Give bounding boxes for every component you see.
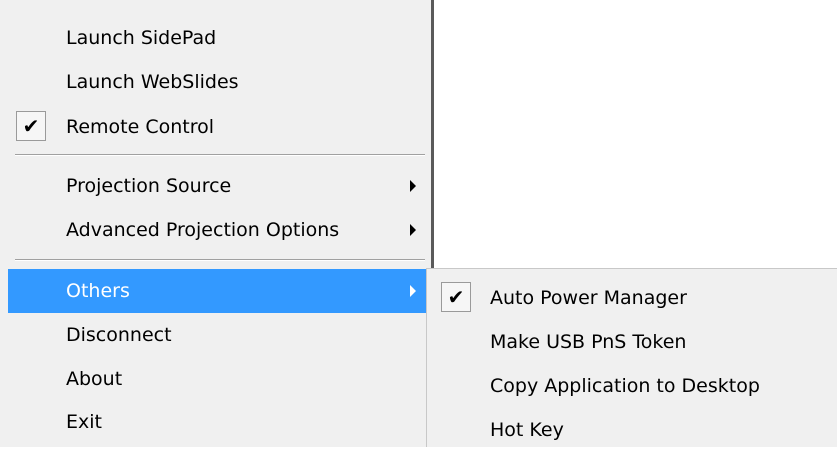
menu-separator bbox=[15, 154, 425, 156]
menu-item-label: Others bbox=[66, 280, 130, 302]
menu-item-disconnect[interactable]: Disconnect bbox=[8, 313, 426, 357]
menu-item-label: Hot Key bbox=[490, 419, 564, 441]
submenu-arrow-icon bbox=[410, 180, 416, 192]
menu-item-label: Projection Source bbox=[66, 175, 232, 197]
menu-item-launch-sidepad[interactable]: Launch SidePad bbox=[8, 16, 426, 60]
submenu-arrow-icon bbox=[410, 285, 416, 297]
menu-item-label: Disconnect bbox=[66, 324, 172, 346]
menu-item-launch-webslides[interactable]: Launch WebSlides bbox=[8, 60, 426, 104]
menu-item-label: Copy Application to Desktop bbox=[490, 375, 760, 397]
submenu-item-hot-key[interactable]: Hot Key bbox=[433, 408, 833, 452]
submenu-item-make-usb-pns-token[interactable]: Make USB PnS Token bbox=[433, 320, 833, 364]
menu-item-others[interactable]: Others bbox=[8, 269, 426, 313]
menu-item-label: About bbox=[66, 368, 123, 390]
submenu-item-copy-application-to-desktop[interactable]: Copy Application to Desktop bbox=[433, 364, 833, 408]
menu-item-remote-control[interactable]: ✔ Remote Control bbox=[8, 105, 426, 149]
menu-item-advanced-projection-options[interactable]: Advanced Projection Options bbox=[8, 208, 426, 252]
menu-separator bbox=[15, 259, 425, 261]
menu-item-label: Launch SidePad bbox=[66, 27, 217, 49]
menu-item-exit[interactable]: Exit bbox=[8, 400, 426, 444]
menu-item-label: Make USB PnS Token bbox=[490, 331, 687, 353]
menu-item-label: Launch WebSlides bbox=[66, 71, 239, 93]
submenu-item-auto-power-manager[interactable]: ✔ Auto Power Manager bbox=[433, 276, 833, 320]
checkmark-icon: ✔ bbox=[441, 282, 471, 312]
menu-item-label: Advanced Projection Options bbox=[66, 219, 340, 241]
menu-item-projection-source[interactable]: Projection Source bbox=[8, 164, 426, 208]
menu-item-label: Remote Control bbox=[66, 116, 215, 138]
menu-item-label: Auto Power Manager bbox=[490, 287, 687, 309]
others-submenu: ✔ Auto Power Manager Make USB PnS Token … bbox=[426, 268, 837, 447]
checkmark-icon: ✔ bbox=[16, 111, 46, 141]
menu-item-about[interactable]: About bbox=[8, 357, 426, 401]
menu-item-label: Exit bbox=[66, 411, 102, 433]
submenu-arrow-icon bbox=[410, 224, 416, 236]
context-menu: Launch SidePad Launch WebSlides ✔ Remote… bbox=[0, 0, 434, 447]
